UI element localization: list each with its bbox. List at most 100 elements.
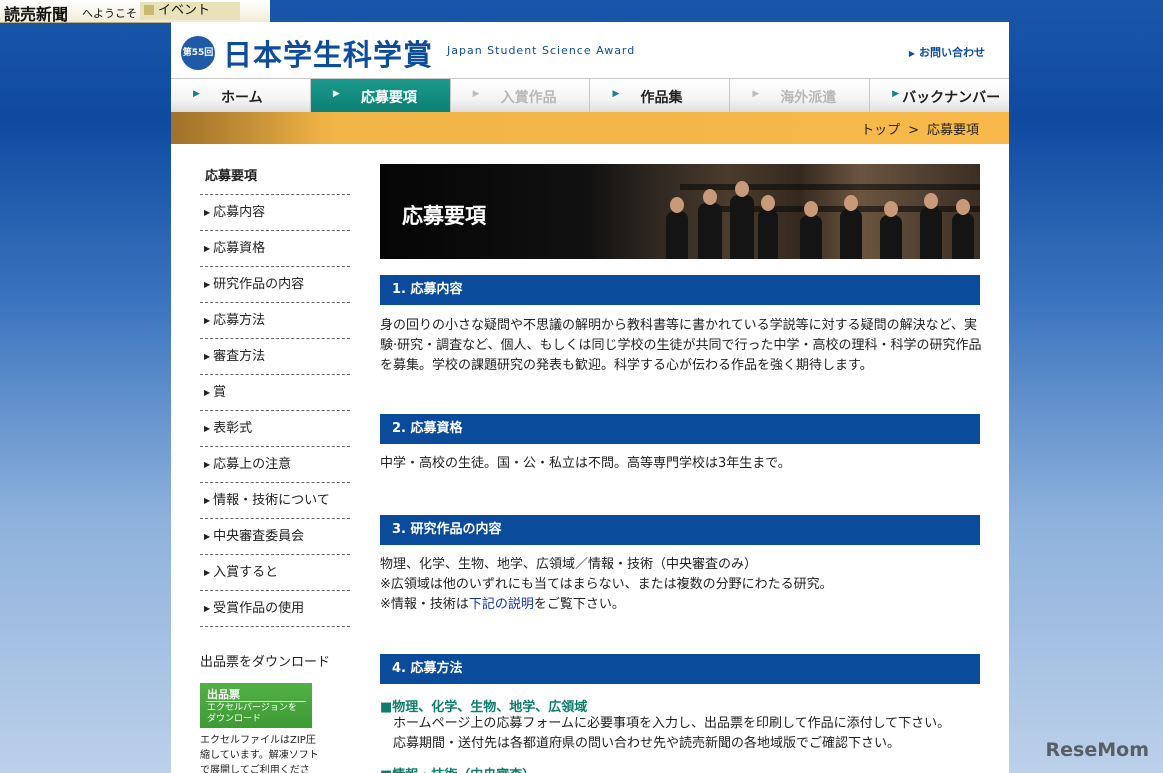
- yomiuri-topbar: 読売新聞 へようこそ イベント: [0, 0, 270, 25]
- sidebar-item-label: 研究作品の内容: [213, 277, 305, 292]
- sidebar-item-ceremony[interactable]: ▶ 表彰式: [200, 411, 350, 447]
- download-button-title: 出品票: [207, 688, 240, 701]
- breadcrumb: トップ > 応募要項: [861, 119, 979, 138]
- sidebar-item-label: 情報・技術について: [213, 493, 330, 508]
- triangle-right-icon: ▶: [204, 316, 211, 325]
- sidebar-item-label: 応募内容: [213, 205, 266, 220]
- student-figure: [952, 199, 974, 259]
- nav-works[interactable]: ▶ 作品集: [590, 79, 731, 113]
- event-icon: [144, 5, 154, 15]
- triangle-right-icon: ▶: [752, 89, 760, 99]
- sidebar-item-usage[interactable]: ▶ 受賞作品の使用: [200, 591, 350, 627]
- event-link[interactable]: イベント: [140, 2, 241, 20]
- triangle-right-icon: ▶: [204, 244, 211, 253]
- nav-home[interactable]: ▶ ホーム: [171, 79, 311, 113]
- nav-guidelines[interactable]: ▶ 応募要項: [310, 79, 451, 113]
- page-container: 第55回 日本学生科学賞 Japan Student Science Award…: [171, 22, 1009, 773]
- section-4-line-1: ホームページ上の応募フォームに必要事項を入力し、出品票を印刷して作品に添付して下…: [393, 716, 951, 731]
- sidebar-item-label: 入賞すると: [213, 565, 279, 580]
- nav-label: バックナンバー: [902, 90, 1001, 106]
- site-title[interactable]: 日本学生科学賞: [223, 32, 433, 74]
- section-text-2: 中学・高校の生徒。国・公・私立は不問。高等専門学校は3年生まで。: [380, 456, 791, 471]
- sidebar-item-notes[interactable]: ▶ 応募上の注意: [200, 447, 350, 483]
- student-figure: [880, 201, 902, 259]
- download-note: エクセルファイルはZIP圧縮しています。解凍ソフトで展開してご利用ください。: [200, 735, 319, 773]
- triangle-right-icon: ▶: [892, 89, 900, 99]
- download-button-rule: [206, 701, 306, 702]
- sidebar-item-judging[interactable]: ▶ 審査方法: [200, 339, 350, 375]
- contact-link[interactable]: ▶ お問い合わせ: [909, 44, 985, 60]
- sidebar-item-committee[interactable]: ▶ 中央審査委員会: [200, 519, 350, 555]
- sidebar-item-if-winning[interactable]: ▶ 入賞すると: [200, 555, 350, 591]
- band-decoration: [171, 112, 321, 144]
- explanation-link[interactable]: 下記の説明: [469, 597, 534, 612]
- event-label: イベント: [158, 3, 211, 18]
- sidebar-item-info-tech[interactable]: ▶ 情報・技術について: [200, 483, 350, 519]
- student-figure: [920, 193, 942, 259]
- triangle-right-icon: ▶: [908, 49, 915, 58]
- nav-label: 入賞作品: [500, 90, 557, 106]
- nav-label: 応募要項: [360, 90, 417, 106]
- section-3-line-2: ※広領域は他のいずれにも当てはまらない、または複数の分野にわたる研究。: [380, 577, 833, 592]
- student-figure: [758, 195, 778, 259]
- sidebar-item-label: 応募資格: [213, 241, 266, 256]
- sidebar-item-method[interactable]: ▶ 応募方法: [200, 303, 350, 339]
- breadcrumb-current: 応募要項: [926, 123, 979, 138]
- section-3-line-3: ※情報・技術は下記の説明をご覧下さい。: [380, 597, 625, 612]
- section-heading-2: 2. 応募資格: [380, 414, 980, 444]
- medal-55-icon: 第55回: [181, 36, 215, 70]
- sidebar-item-eligibility[interactable]: ▶ 応募資格: [200, 231, 350, 267]
- download-button-text: エクセルバージョンを ダウンロード: [207, 703, 297, 724]
- yomiuri-logo[interactable]: 読売新聞: [4, 1, 68, 25]
- sidebar-item-content[interactable]: ▶ 応募内容: [200, 195, 350, 231]
- section-heading-1: 1. 応募内容: [380, 275, 980, 305]
- sidebar-item-label: 表彰式: [213, 421, 253, 436]
- nav-backnumber[interactable]: ▶ バックナンバー: [870, 79, 1009, 113]
- breadcrumb-home[interactable]: トップ: [861, 123, 900, 138]
- section-text-1: 身の回りの小さな疑問や不思議の解明から教科書等に書かれている学説等に対する疑問の…: [380, 318, 982, 373]
- nav-winners: ▶ 入賞作品: [450, 79, 591, 113]
- triangle-right-icon: ▶: [204, 352, 211, 361]
- nav-label: ホーム: [221, 90, 263, 106]
- student-figure: [800, 201, 822, 259]
- section-4-text: ホームページ上の応募フォームに必要事項を入力し、出品票を印刷して作品に添付して下…: [393, 714, 983, 754]
- site-subtitle: Japan Student Science Award: [447, 44, 636, 57]
- triangle-right-icon: ▶: [204, 208, 211, 217]
- sidebar-item-research-content[interactable]: ▶ 研究作品の内容: [200, 267, 350, 303]
- triangle-right-icon: ▶: [472, 89, 480, 99]
- sidebar-item-label: 受賞作品の使用: [213, 601, 305, 616]
- triangle-right-icon: ▶: [612, 89, 620, 99]
- nav-label: 海外派遣: [780, 90, 837, 106]
- site-header: 第55回 日本学生科学賞 Japan Student Science Award…: [171, 22, 1009, 78]
- download-title: 出品票をダウンロード: [200, 655, 331, 670]
- sidebar-item-label: 中央審査委員会: [213, 529, 305, 544]
- triangle-right-icon: ▶: [204, 424, 211, 433]
- triangle-right-icon: ▶: [204, 532, 211, 541]
- nav-overseas: ▶ 海外派遣: [730, 79, 871, 113]
- triangle-right-icon: ▶: [204, 568, 211, 577]
- sidebar-item-label: 審査方法: [213, 349, 266, 364]
- sidebar-item-label: 応募方法: [213, 313, 266, 328]
- section-4-line-2: 応募期間・送付先は各都道府県の問い合わせ先や読売新聞の各地域版でご確認下さい。: [393, 736, 901, 751]
- student-figure: [666, 197, 688, 259]
- triangle-right-icon: ▶: [204, 496, 211, 505]
- triangle-right-icon: ▶: [204, 604, 211, 613]
- nav-label: 作品集: [640, 90, 683, 106]
- student-figure: [840, 195, 862, 259]
- contact-label: お問い合わせ: [919, 46, 985, 59]
- crowd-shape: [680, 184, 980, 190]
- breadcrumb-band: トップ > 応募要項: [171, 112, 1009, 144]
- main-nav: ▶ ホーム ▶ 応募要項 ▶ 入賞作品 ▶ 作品集 ▶ 海外派遣 ▶ バックナンバー: [171, 78, 1009, 114]
- triangle-right-icon: ▶: [332, 89, 340, 99]
- triangle-right-icon: ▶: [204, 460, 211, 469]
- sidebar-title: 応募要項: [205, 169, 258, 184]
- download-entry-form-button[interactable]: 出品票 エクセルバージョンを ダウンロード: [200, 683, 312, 728]
- triangle-right-icon: ▶: [193, 89, 200, 99]
- student-figure: [698, 189, 722, 259]
- triangle-right-icon: ▶: [204, 388, 211, 397]
- hero-title: 応募要項: [402, 204, 486, 228]
- sidebar-item-awards[interactable]: ▶ 賞: [200, 375, 350, 411]
- section-heading-3: 3. 研究作品の内容: [380, 515, 980, 545]
- section-text-3: 物理、化学、生物、地学、広領域／情報・技術（中央審査のみ） ※広領域は他のいずれ…: [380, 555, 984, 615]
- hero-banner: 応募要項: [380, 164, 980, 259]
